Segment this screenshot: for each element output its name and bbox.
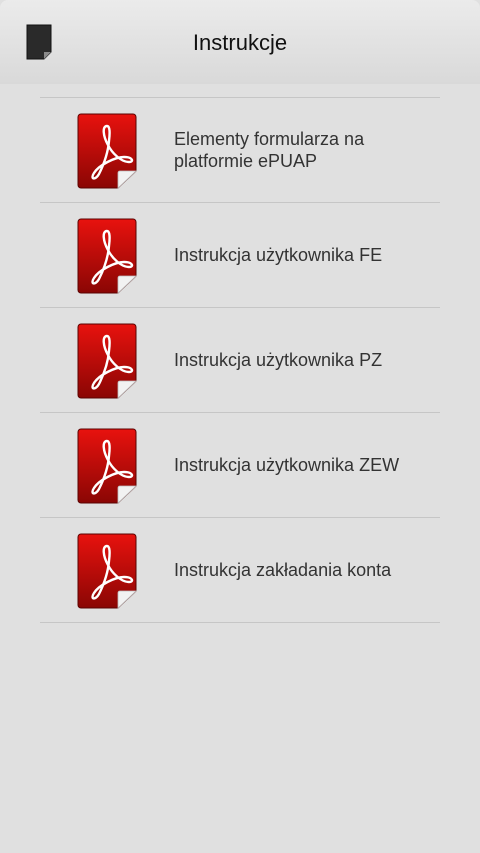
pdf-icon (77, 113, 137, 189)
list-item[interactable]: Instrukcja użytkownika FE (40, 203, 440, 308)
list-item[interactable]: Instrukcja zakładania konta (40, 518, 440, 623)
pdf-icon (77, 428, 137, 504)
list-item-label: Instrukcja zakładania konta (174, 560, 392, 580)
document-list: Elementy formularza na platformie ePUAP … (40, 97, 440, 623)
list-item-label: Instrukcja użytkownika PZ (174, 350, 383, 370)
list-item[interactable]: Instrukcja użytkownika ZEW (40, 413, 440, 518)
list-item[interactable]: Instrukcja użytkownika PZ (40, 308, 440, 413)
page-title: Instrukcje (192, 30, 288, 55)
list-item-label: Instrukcja użytkownika ZEW (174, 455, 400, 475)
list-item[interactable]: Elementy formularza na platformie ePUAP (40, 98, 440, 203)
list-item-label: Elementy formularza na platformie ePUAP (174, 129, 365, 171)
list-item-label: Instrukcja użytkownika FE (174, 245, 383, 265)
pdf-icon (77, 533, 137, 609)
title-bar: Instrukcje (0, 0, 480, 84)
pdf-icon (77, 323, 137, 399)
pdf-icon (77, 218, 137, 294)
